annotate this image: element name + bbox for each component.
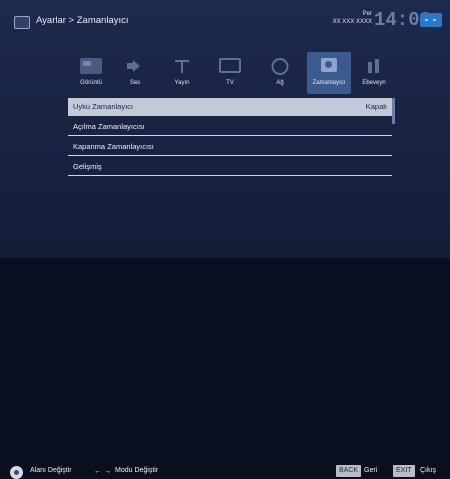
tab-label: Görüntü bbox=[80, 80, 102, 86]
date-block: Per XX XXX XXXX bbox=[318, 10, 372, 26]
parental-icon bbox=[363, 58, 385, 74]
tab-label: Ebeveyn bbox=[362, 80, 386, 86]
exit-label: Çıkış bbox=[420, 467, 436, 474]
network-icon bbox=[271, 58, 289, 75]
timer-menu: Uyku Zamanlayıcı Kapalı Açılma Zamanlayı… bbox=[68, 98, 392, 178]
tv-icon bbox=[219, 58, 241, 73]
tab-network[interactable]: Ağ bbox=[259, 52, 301, 94]
date-date: XX XXX XXXX bbox=[332, 19, 372, 25]
tab-label: Zamanlayıcı bbox=[312, 80, 346, 86]
menu-item-label: Kapanma Zamanlayıcısı bbox=[73, 142, 154, 151]
tab-parental[interactable]: Ebeveyn bbox=[353, 52, 395, 94]
tab-label: Ses bbox=[129, 80, 141, 86]
timer-icon bbox=[321, 58, 337, 72]
dpad-icon bbox=[10, 466, 23, 479]
nav-label: Alanı Değiştir bbox=[30, 467, 72, 474]
tab-timer[interactable]: Zamanlayıcı bbox=[307, 52, 351, 94]
header: Ayarlar > Zamanlayıcı Per XX XXX XXXX 14… bbox=[0, 0, 450, 46]
tab-sound[interactable]: Ses bbox=[114, 52, 156, 94]
tab-label: TV bbox=[226, 80, 234, 86]
breadcrumb: Ayarlar > Zamanlayıcı bbox=[36, 15, 129, 26]
antenna-icon bbox=[171, 58, 193, 74]
tab-picture[interactable]: Görüntü bbox=[70, 52, 112, 94]
menu-item-sleep-timer[interactable]: Uyku Zamanlayıcı Kapalı bbox=[68, 98, 392, 116]
tab-label: Yayın bbox=[174, 80, 190, 86]
menu-item-label: Açılma Zamanlayıcısı bbox=[73, 122, 145, 131]
tab-tv[interactable]: TV bbox=[209, 52, 251, 94]
tab-broadcast[interactable]: Yayın bbox=[161, 52, 203, 94]
back-key[interactable]: BACK bbox=[336, 465, 362, 477]
scrollbar[interactable] bbox=[392, 98, 395, 124]
category-bar: Görüntü Ses Yayın TV Ağ Zamanlayıcı Ebev… bbox=[70, 52, 390, 94]
menu-item-value: Kapalı bbox=[365, 102, 387, 111]
menu-item-label: Uyku Zamanlayıcı bbox=[73, 102, 134, 111]
date-day: Per bbox=[362, 11, 372, 17]
clock-indicator bbox=[420, 13, 442, 27]
picture-icon bbox=[80, 58, 102, 74]
settings-menu-icon bbox=[14, 16, 30, 29]
back-label: Geri bbox=[364, 467, 378, 474]
menu-item-off-timer[interactable]: Kapanma Zamanlayıcısı bbox=[68, 138, 392, 156]
menu-item-on-timer[interactable]: Açılma Zamanlayıcısı bbox=[68, 118, 392, 136]
speaker-icon bbox=[124, 58, 146, 74]
left-right-arrows-icon: ← → bbox=[94, 466, 112, 475]
tab-label: Ağ bbox=[276, 80, 284, 86]
menu-item-label: Gelişmiş bbox=[73, 162, 102, 171]
mode-label: Modu Değiştir bbox=[115, 467, 159, 474]
footer: Alanı Değiştir ← → Modu Değiştir BACK Ge… bbox=[0, 230, 450, 479]
exit-key[interactable]: EXIT bbox=[393, 465, 415, 477]
menu-item-advanced[interactable]: Gelişmiş bbox=[68, 158, 392, 176]
screen: Ayarlar > Zamanlayıcı Per XX XXX XXXX 14… bbox=[0, 0, 450, 479]
